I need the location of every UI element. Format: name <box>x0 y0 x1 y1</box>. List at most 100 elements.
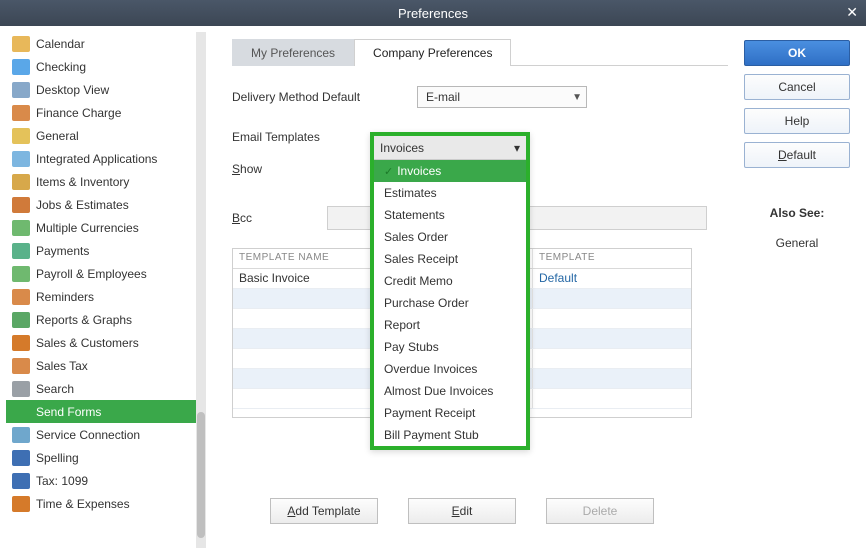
dropdown-item-bill-payment-stub[interactable]: Bill Payment Stub <box>374 424 526 446</box>
sidebar-icon <box>12 220 30 236</box>
sidebar-item-checking[interactable]: Checking <box>6 55 196 78</box>
sidebar-item-jobs-estimates[interactable]: Jobs & Estimates <box>6 193 196 216</box>
sidebar-item-calendar[interactable]: Calendar <box>6 32 196 55</box>
sidebar-item-desktop-view[interactable]: Desktop View <box>6 78 196 101</box>
chevron-down-icon: ▾ <box>514 141 520 155</box>
sidebar-icon <box>12 82 30 98</box>
sidebar-item-label: General <box>36 129 79 143</box>
sidebar-item-label: Multiple Currencies <box>36 221 139 235</box>
sidebar-icon <box>12 473 30 489</box>
sidebar-icon <box>12 312 30 328</box>
sidebar-wrap: Calendar Checking Desktop View Finance Char… <box>6 32 206 548</box>
check-icon: ✓ <box>384 165 393 178</box>
cell-template <box>533 369 691 388</box>
sidebar-item-label: Calendar <box>36 37 85 51</box>
sidebar-item-label: Time & Expenses <box>36 497 130 511</box>
chevron-down-icon: ▼ <box>572 92 582 103</box>
delivery-method-value: E-mail <box>426 90 460 104</box>
dropdown-item-payment-receipt[interactable]: Payment Receipt <box>374 402 526 424</box>
dropdown-item-invoices[interactable]: ✓Invoices <box>374 160 526 182</box>
close-icon[interactable]: ✕ <box>846 4 858 21</box>
sidebar-item-payroll-employees[interactable]: Payroll & Employees <box>6 262 196 285</box>
delivery-method-dropdown[interactable]: E-mail ▼ <box>417 86 587 108</box>
sidebar-item-tax-1099[interactable]: Tax: 1099 <box>6 469 196 492</box>
action-pane: OK Cancel Help Default Also See: General <box>738 32 856 548</box>
tab-company-preferences[interactable]: Company Preferences <box>354 39 511 66</box>
label-bcc: Bcc <box>232 211 327 225</box>
row-delivery-method: Delivery Method Default E-mail ▼ <box>232 86 728 108</box>
sidebar-icon <box>12 404 30 420</box>
sidebar-item-sales-tax[interactable]: Sales Tax <box>6 354 196 377</box>
sidebar-scrollbar[interactable] <box>196 32 206 548</box>
sidebar-item-label: Checking <box>36 60 86 74</box>
dropdown-item-sales-receipt[interactable]: Sales Receipt <box>374 248 526 270</box>
sidebar-icon <box>12 36 30 52</box>
sidebar-item-time-expenses[interactable]: Time & Expenses <box>6 492 196 515</box>
sidebar-icon <box>12 381 30 397</box>
also-see-link-general[interactable]: General <box>770 236 825 250</box>
also-see-heading: Also See: <box>770 206 825 220</box>
dropdown-item-sales-order[interactable]: Sales Order <box>374 226 526 248</box>
sidebar-item-label: Payments <box>36 244 89 258</box>
preferences-sidebar: Calendar Checking Desktop View Finance Char… <box>6 32 196 548</box>
sidebar-item-payments[interactable]: Payments <box>6 239 196 262</box>
show-dropdown-open: Invoices ▾ ✓InvoicesEstimatesStatementsS… <box>370 132 530 450</box>
sidebar-item-label: Integrated Applications <box>36 152 157 166</box>
sidebar-icon <box>12 105 30 121</box>
sidebar-item-send-forms[interactable]: Send Forms <box>6 400 196 423</box>
sidebar-item-label: Tax: 1099 <box>36 474 88 488</box>
sidebar-item-general[interactable]: General <box>6 124 196 147</box>
delete-button: Delete <box>546 498 654 524</box>
sidebar-item-label: Reports & Graphs <box>36 313 132 327</box>
dropdown-item-overdue-invoices[interactable]: Overdue Invoices <box>374 358 526 380</box>
main-panel: My Preferences Company Preferences Deliv… <box>206 32 738 548</box>
dropdown-item-credit-memo[interactable]: Credit Memo <box>374 270 526 292</box>
sidebar-icon <box>12 289 30 305</box>
add-template-button[interactable]: Add Template <box>270 498 378 524</box>
cell-template <box>533 309 691 328</box>
sidebar-item-search[interactable]: Search <box>6 377 196 400</box>
cancel-button[interactable]: Cancel <box>744 74 850 100</box>
sidebar-icon <box>12 151 30 167</box>
sidebar-item-service-connection[interactable]: Service Connection <box>6 423 196 446</box>
sidebar-icon <box>12 427 30 443</box>
sidebar-item-multiple-currencies[interactable]: Multiple Currencies <box>6 216 196 239</box>
dropdown-item-statements[interactable]: Statements <box>374 204 526 226</box>
dropdown-item-report[interactable]: Report <box>374 314 526 336</box>
edit-button[interactable]: Edit <box>408 498 516 524</box>
ok-button[interactable]: OK <box>744 40 850 66</box>
sidebar-item-items-inventory[interactable]: Items & Inventory <box>6 170 196 193</box>
dropdown-item-estimates[interactable]: Estimates <box>374 182 526 204</box>
sidebar-icon <box>12 496 30 512</box>
sidebar-icon <box>12 335 30 351</box>
also-see: Also See: General <box>770 206 825 250</box>
sidebar-item-reminders[interactable]: Reminders <box>6 285 196 308</box>
sidebar-item-integrated-applications[interactable]: Integrated Applications <box>6 147 196 170</box>
sidebar-item-reports-graphs[interactable]: Reports & Graphs <box>6 308 196 331</box>
default-button[interactable]: Default <box>744 142 850 168</box>
sidebar-icon <box>12 450 30 466</box>
sidebar-icon <box>12 197 30 213</box>
sidebar-item-spelling[interactable]: Spelling <box>6 446 196 469</box>
show-dropdown-selected[interactable]: Invoices ▾ <box>374 136 526 160</box>
sidebar-item-sales-customers[interactable]: Sales & Customers <box>6 331 196 354</box>
sidebar-icon <box>12 128 30 144</box>
window-body: Calendar Checking Desktop View Finance Char… <box>0 26 866 558</box>
sidebar-icon <box>12 174 30 190</box>
sidebar-item-finance-charge[interactable]: Finance Charge <box>6 101 196 124</box>
cell-template <box>533 349 691 368</box>
help-button[interactable]: Help <box>744 108 850 134</box>
sidebar-item-label: Payroll & Employees <box>36 267 147 281</box>
column-template: TEMPLATE <box>533 249 691 268</box>
titlebar: Preferences ✕ <box>0 0 866 26</box>
sidebar-item-label: Spelling <box>36 451 79 465</box>
sidebar-item-label: Finance Charge <box>36 106 121 120</box>
sidebar-item-label: Reminders <box>36 290 94 304</box>
tabs: My Preferences Company Preferences <box>232 36 728 66</box>
tab-my-preferences[interactable]: My Preferences <box>232 39 354 66</box>
sidebar-item-label: Desktop View <box>36 83 109 97</box>
dropdown-item-purchase-order[interactable]: Purchase Order <box>374 292 526 314</box>
dropdown-item-almost-due-invoices[interactable]: Almost Due Invoices <box>374 380 526 402</box>
dropdown-item-pay-stubs[interactable]: Pay Stubs <box>374 336 526 358</box>
scrollbar-thumb[interactable] <box>197 412 205 538</box>
